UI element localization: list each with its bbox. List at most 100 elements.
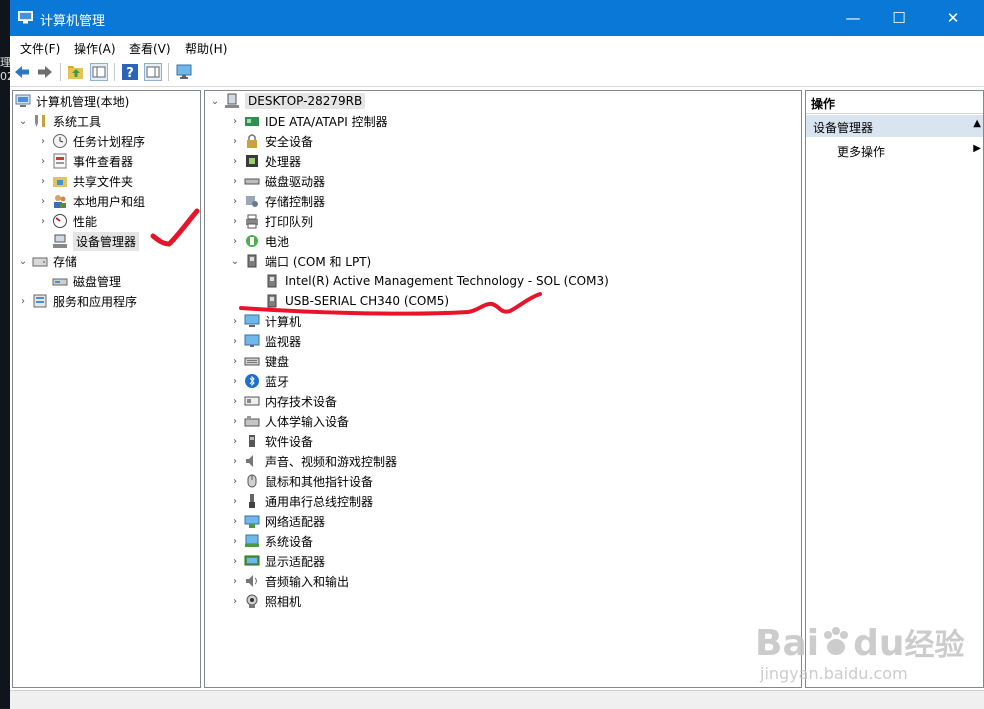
device-category-storage-controller[interactable]: › 存储控制器	[229, 191, 325, 211]
back-arrow-icon[interactable]	[13, 63, 31, 81]
menu-help[interactable]: 帮助(H)	[185, 40, 227, 57]
chevron-right-icon[interactable]: ›	[37, 191, 49, 211]
chevron-right-icon[interactable]: ›	[229, 111, 241, 131]
chevron-down-icon[interactable]: ⌄	[17, 111, 29, 131]
chevron-right-icon[interactable]: ›	[229, 171, 241, 191]
chevron-right-icon[interactable]: ›	[229, 331, 241, 351]
chevron-right-icon[interactable]: ›	[229, 231, 241, 251]
help-icon[interactable]: ?	[121, 63, 139, 81]
tree-item-disk-management[interactable]: 磁盘管理	[49, 271, 121, 291]
properties-pane-icon[interactable]	[144, 63, 162, 81]
device-category-computer[interactable]: › 计算机	[229, 311, 301, 331]
device-category-label: 通用串行总线控制器	[265, 494, 374, 509]
chevron-right-icon[interactable]: ›	[229, 371, 241, 391]
device-category-audio-io[interactable]: › 音频输入和输出	[229, 571, 349, 591]
device-category-processor[interactable]: › 处理器	[229, 151, 301, 171]
tree-item-services-apps[interactable]: › 服务和应用程序	[17, 291, 137, 311]
device-category-hid[interactable]: › 人体学输入设备	[229, 411, 349, 431]
device-category-system-device[interactable]: › 系统设备	[229, 531, 313, 551]
keyboard-icon	[244, 353, 260, 369]
chevron-right-icon[interactable]: ›	[229, 471, 241, 491]
device-category-ide-controller[interactable]: › IDE ATA/ATAPI 控制器	[229, 111, 388, 131]
tree-item-task-scheduler[interactable]: › 任务计划程序	[37, 131, 145, 151]
tree-label-device-manager: 设备管理器	[73, 231, 140, 251]
chevron-right-icon[interactable]: ›	[229, 211, 241, 231]
chevron-right-icon[interactable]: ›	[229, 131, 241, 151]
tree-item-device-manager[interactable]: 设备管理器	[49, 231, 140, 251]
menu-view[interactable]: 查看(V)	[129, 40, 171, 57]
minimize-button[interactable]: —	[830, 0, 876, 36]
collapse-up-icon[interactable]: ▲	[973, 118, 981, 129]
tree-item-storage[interactable]: ⌄ 存储	[17, 251, 77, 271]
title-bar[interactable]: 计算机管理 — ☐ ✕	[10, 0, 984, 36]
chevron-right-icon[interactable]: ›	[229, 391, 241, 411]
chevron-right-icon[interactable]: ›	[229, 191, 241, 211]
chevron-right-icon[interactable]: ›	[37, 171, 49, 191]
chevron-down-icon[interactable]: ⌄	[17, 251, 29, 271]
monitor-icon[interactable]	[175, 63, 193, 81]
device-item-port-2[interactable]: USB-SERIAL CH340 (COM5)	[261, 291, 449, 311]
device-category-keyboard[interactable]: › 键盘	[229, 351, 289, 371]
device-category-mouse[interactable]: › 鼠标和其他指针设备	[229, 471, 373, 491]
close-button[interactable]: ✕	[930, 0, 976, 36]
device-category-battery[interactable]: › 电池	[229, 231, 289, 251]
device-category-memory-device[interactable]: › 内存技术设备	[229, 391, 337, 411]
up-folder-icon[interactable]	[67, 63, 85, 81]
toolbar-separator	[114, 63, 115, 81]
chevron-right-icon[interactable]: ›	[229, 571, 241, 591]
device-item-port-1[interactable]: Intel(R) Active Management Technology - …	[261, 271, 609, 291]
chevron-right-icon[interactable]: ›	[229, 531, 241, 551]
device-tree-root[interactable]: ⌄ DESKTOP-28279RB	[209, 91, 366, 111]
device-category-usb[interactable]: › 通用串行总线控制器	[229, 491, 373, 511]
device-category-camera[interactable]: › 照相机	[229, 591, 301, 611]
device-category-software-device[interactable]: › 软件设备	[229, 431, 313, 451]
chevron-right-icon[interactable]: ›	[37, 131, 49, 151]
network-adapter-icon	[244, 513, 260, 529]
chevron-right-icon[interactable]: ›	[229, 551, 241, 571]
tree-item-event-viewer[interactable]: › 事件查看器	[37, 151, 133, 171]
menu-bar: 文件(F) 操作(A) 查看(V) 帮助(H)	[10, 36, 984, 58]
chevron-right-icon[interactable]: ›	[229, 431, 241, 451]
device-category-network-adapter[interactable]: › 网络适配器	[229, 511, 325, 531]
device-category-disk-drive[interactable]: › 磁盘驱动器	[229, 171, 325, 191]
chevron-right-icon[interactable]: ›	[229, 591, 241, 611]
device-category-security-device[interactable]: › 安全设备	[229, 131, 313, 151]
chevron-right-icon[interactable]: ›	[229, 151, 241, 171]
device-category-label: 端口 (COM 和 LPT)	[265, 254, 372, 269]
device-category-sound[interactable]: › 声音、视频和游戏控制器	[229, 451, 397, 471]
submenu-arrow-icon[interactable]: ▶	[973, 143, 981, 154]
chevron-right-icon[interactable]: ›	[17, 291, 29, 311]
chevron-down-icon[interactable]: ⌄	[229, 251, 241, 271]
device-category-monitor[interactable]: › 监视器	[229, 331, 301, 351]
device-category-label: 处理器	[265, 154, 302, 169]
tree-item-root[interactable]: 计算机管理(本地)	[15, 91, 129, 111]
show-hide-tree-icon[interactable]	[90, 63, 108, 81]
forward-arrow-icon[interactable]	[36, 63, 54, 81]
more-actions-link[interactable]: 更多操作	[837, 143, 885, 160]
device-category-display-adapter[interactable]: › 显示适配器	[229, 551, 325, 571]
tree-item-local-users[interactable]: › 本地用户和组	[37, 191, 145, 211]
tree-item-system-tools[interactable]: ⌄ 系统工具	[17, 111, 101, 131]
menu-action[interactable]: 操作(A)	[74, 40, 116, 57]
device-category-port[interactable]: ⌄ 端口 (COM 和 LPT)	[229, 251, 371, 271]
chevron-right-icon[interactable]: ›	[229, 351, 241, 371]
device-category-label: 照相机	[265, 594, 302, 609]
chevron-right-icon[interactable]: ›	[229, 411, 241, 431]
maximize-button[interactable]: ☐	[876, 0, 922, 36]
users-icon	[52, 193, 68, 209]
device-category-printer[interactable]: › 打印队列	[229, 211, 313, 231]
chevron-right-icon[interactable]: ›	[37, 211, 49, 231]
tree-item-shared-folders[interactable]: › 共享文件夹	[37, 171, 133, 191]
chevron-right-icon[interactable]: ›	[229, 511, 241, 531]
chevron-down-icon[interactable]: ⌄	[209, 91, 221, 111]
tree-item-performance[interactable]: › 性能	[37, 211, 97, 231]
menu-file[interactable]: 文件(F)	[20, 40, 60, 57]
device-category-label: 系统设备	[265, 534, 314, 549]
tree-label-root: 计算机管理(本地)	[36, 94, 130, 109]
chevron-right-icon[interactable]: ›	[37, 151, 49, 171]
device-category-bluetooth[interactable]: › 蓝牙	[229, 371, 289, 391]
actions-section-device-manager[interactable]: 设备管理器 ▲	[806, 115, 983, 137]
chevron-right-icon[interactable]: ›	[229, 311, 241, 331]
chevron-right-icon[interactable]: ›	[229, 491, 241, 511]
chevron-right-icon[interactable]: ›	[229, 451, 241, 471]
